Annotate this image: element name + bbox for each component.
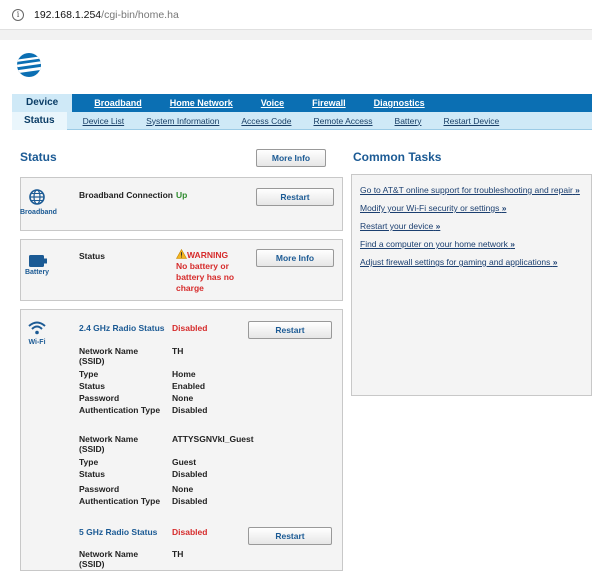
broadband-connection-label: Broadband Connection xyxy=(79,190,173,200)
net2-name-label: Network Name xyxy=(79,434,139,444)
tab-broadband[interactable]: Broadband xyxy=(94,98,142,108)
task-link-find-computer-arrow: » xyxy=(510,239,515,249)
task-link-restart-arrow: » xyxy=(435,221,441,231)
net2-name-value: ATTYSGNVkI_Guest xyxy=(172,434,254,444)
info-icon[interactable]: i xyxy=(12,9,24,21)
net2-status-value: Disabled xyxy=(172,469,208,479)
battery-warning-line-3: charge xyxy=(176,283,204,293)
battery-more-info-button[interactable]: More Info xyxy=(256,249,334,267)
net2-auth-label: Authentication Type xyxy=(79,496,161,506)
net2-type-label: Type xyxy=(79,457,99,467)
radio24-status-label: 2.4 GHz Radio Status xyxy=(79,323,165,333)
wifi-icon-label: Wi-Fi xyxy=(28,339,46,346)
subtab-status[interactable]: Status xyxy=(12,111,67,130)
task-link-firewall-arrow: » xyxy=(552,257,558,267)
net2-status-label: Status xyxy=(79,469,105,479)
net1-name-label: Network Name xyxy=(79,346,139,356)
subtab-device-list[interactable]: Device List xyxy=(83,116,125,126)
net3-name-label-ssid: (SSID) xyxy=(79,559,105,569)
radio5-restart-button[interactable]: Restart xyxy=(248,527,332,545)
subtab-system-information[interactable]: System Information xyxy=(146,116,219,126)
url-host: 192.168.1.254 xyxy=(34,9,102,21)
task-link-find-computer-label: Find a computer on your home network xyxy=(360,239,508,249)
tab-device[interactable]: Device xyxy=(12,94,73,112)
net1-status-value: Enabled xyxy=(172,381,206,391)
broadband-icon-label: Broadband xyxy=(20,209,57,216)
task-link-wifi-label: Modify your Wi-Fi security or settings xyxy=(360,203,500,213)
common-tasks-title: Common Tasks xyxy=(353,150,442,164)
task-link-support-label: Go to AT&T online support for troublesho… xyxy=(360,185,573,195)
subtab-access-code[interactable]: Access Code xyxy=(241,116,291,126)
task-link-support-arrow: » xyxy=(575,185,580,195)
task-link-firewall-label: Adjust firewall settings for gaming and … xyxy=(360,257,551,267)
radio24-restart-button[interactable]: Restart xyxy=(248,321,332,339)
task-link-support[interactable]: Go to AT&T online support for troublesho… xyxy=(360,185,580,195)
battery-warning-line-2: battery has no xyxy=(176,272,235,282)
net2-type-value: Guest xyxy=(172,457,197,467)
net1-password-label: Password xyxy=(79,393,120,403)
globe-icon xyxy=(29,189,45,205)
common-tasks-panel: Go to AT&T online support for troublesho… xyxy=(351,174,592,396)
net2-name-label-ssid: (SSID) xyxy=(79,444,105,454)
net1-auth-label: Authentication Type xyxy=(79,405,161,415)
task-link-restart[interactable]: Restart your device » xyxy=(360,221,440,231)
subtab-remote-access[interactable]: Remote Access xyxy=(313,116,372,126)
att-globe-logo[interactable] xyxy=(16,52,42,78)
broadband-restart-button[interactable]: Restart xyxy=(256,188,334,206)
status-section-title: Status xyxy=(20,150,57,164)
radio5-status-label: 5 GHz Radio Status xyxy=(79,527,158,537)
net1-type-value: Home xyxy=(172,369,196,379)
task-link-wifi-arrow: » xyxy=(501,203,507,213)
status-more-info-button[interactable]: More Info xyxy=(256,149,326,167)
url-path: /cgi-bin/home.ha xyxy=(101,9,179,21)
broadband-connection-value: Up xyxy=(176,190,188,200)
wifi-icon xyxy=(28,321,46,335)
url-text[interactable]: 192.168.1.254/cgi-bin/home.ha xyxy=(34,9,179,21)
url-field[interactable]: i 192.168.1.254/cgi-bin/home.ha xyxy=(6,4,586,26)
battery-warning-title: WARNING xyxy=(187,250,229,260)
net1-name-value: TH xyxy=(172,346,184,356)
radio24-status-value: Disabled xyxy=(172,323,208,333)
net1-password-value: None xyxy=(172,393,194,403)
tab-home-network[interactable]: Home Network xyxy=(170,98,233,108)
secondary-nav: Status Device List System Information Ac… xyxy=(12,111,592,130)
task-link-restart-label: Restart your device xyxy=(360,221,434,231)
battery-icon-label: Battery xyxy=(24,269,50,276)
subtab-restart-device[interactable]: Restart Device xyxy=(443,116,499,126)
subtab-battery[interactable]: Battery xyxy=(395,116,422,126)
radio5-status-value: Disabled xyxy=(172,527,208,537)
battery-status-label: Status xyxy=(79,251,105,261)
tab-firewall[interactable]: Firewall xyxy=(312,98,346,108)
primary-nav: Device Broadband Home Network Voice Fire… xyxy=(12,94,592,112)
net2-auth-value: Disabled xyxy=(172,496,208,506)
net1-name-label-ssid: (SSID) xyxy=(79,356,105,366)
net2-password-label: Password xyxy=(79,484,120,494)
page-top-band xyxy=(0,30,592,40)
net1-auth-value: Disabled xyxy=(172,405,208,415)
net1-status-label: Status xyxy=(79,381,105,391)
battery-icon xyxy=(29,255,47,267)
task-link-wifi[interactable]: Modify your Wi-Fi security or settings » xyxy=(360,203,506,213)
net2-password-value: None xyxy=(172,484,194,494)
browser-address-bar: i 192.168.1.254/cgi-bin/home.ha xyxy=(0,0,592,30)
tab-diagnostics[interactable]: Diagnostics xyxy=(374,98,425,108)
net3-name-label: Network Name xyxy=(79,549,139,559)
tab-voice[interactable]: Voice xyxy=(261,98,284,108)
net3-name-value: TH xyxy=(172,549,184,559)
task-link-find-computer[interactable]: Find a computer on your home network » xyxy=(360,239,515,249)
battery-warning-line-1: No battery or xyxy=(176,261,229,271)
net1-type-label: Type xyxy=(79,369,99,379)
task-link-firewall[interactable]: Adjust firewall settings for gaming and … xyxy=(360,257,558,267)
warning-icon xyxy=(176,249,187,259)
